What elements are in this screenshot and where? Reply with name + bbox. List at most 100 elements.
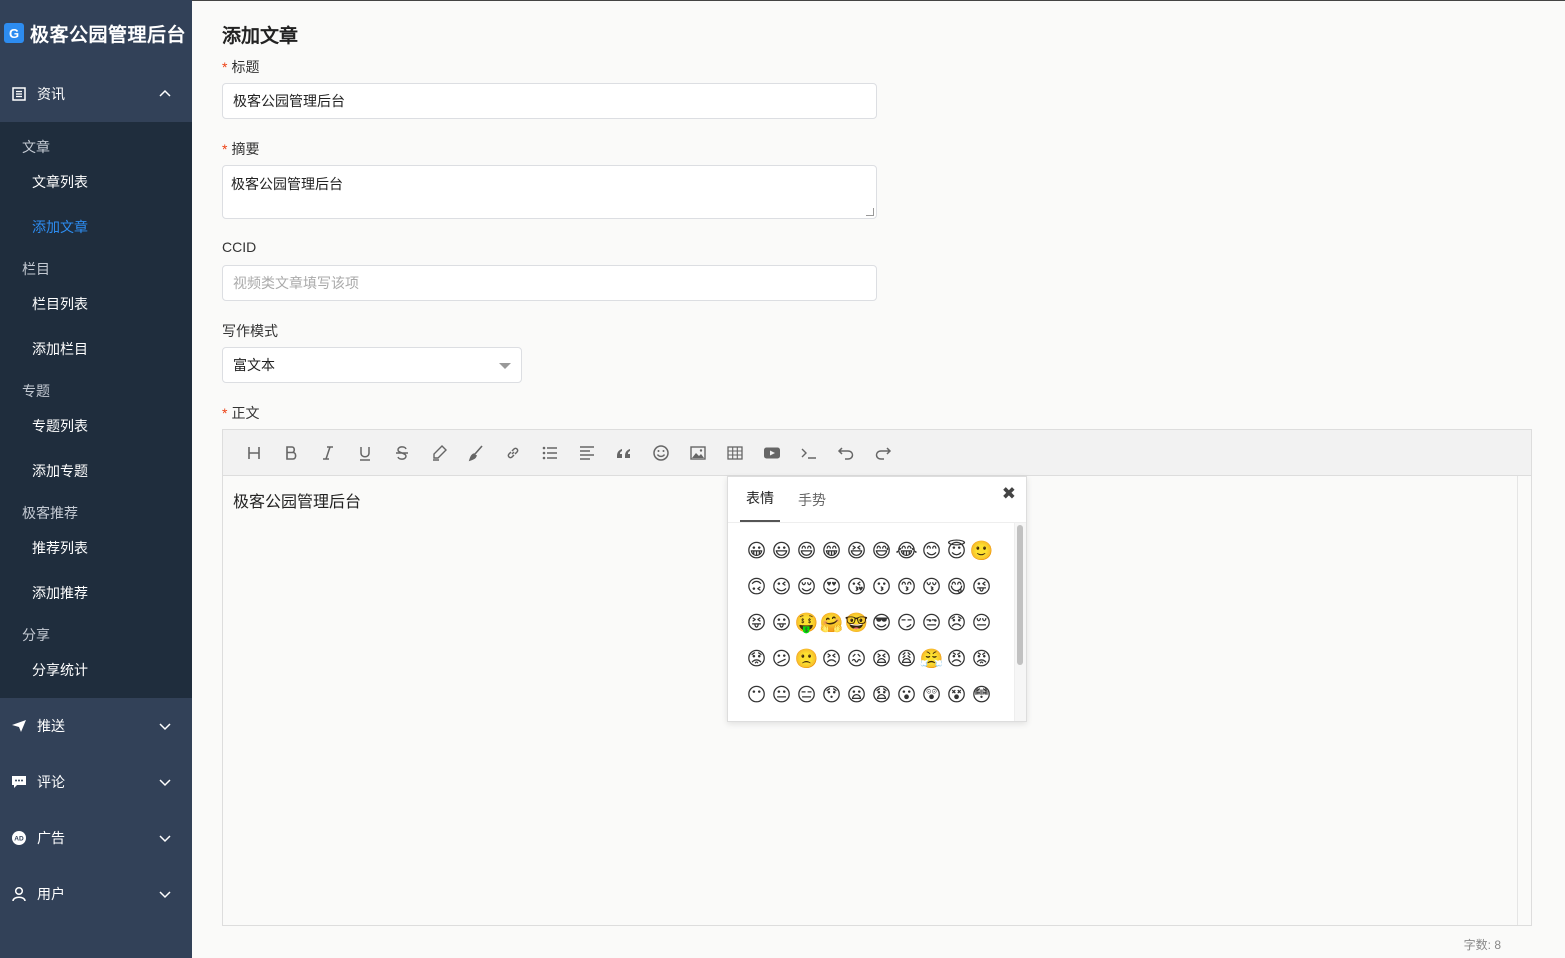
emoji-item[interactable]: 😫 <box>869 641 894 677</box>
emoji-item[interactable]: 😵 <box>944 677 969 713</box>
emoji-item[interactable]: 😒 <box>919 605 944 641</box>
emoji-item[interactable]: 😏 <box>894 605 919 641</box>
title-input[interactable]: 极客公园管理后台 <box>222 83 877 119</box>
emoji-item[interactable]: 😙 <box>894 569 919 605</box>
editor-content[interactable]: 极客公园管理后台 <box>233 488 361 512</box>
emoji-item[interactable]: 😩 <box>894 641 919 677</box>
table-icon[interactable] <box>716 438 753 468</box>
emoji-item[interactable]: 😂 <box>894 533 919 569</box>
emoji-item[interactable]: 😮 <box>894 677 919 713</box>
align-icon[interactable] <box>568 438 605 468</box>
underline-icon[interactable] <box>346 438 383 468</box>
emoji-item[interactable]: 😀 <box>744 533 769 569</box>
summary-textarea[interactable]: 极客公园管理后台 <box>222 165 877 219</box>
sidebar-item-article-list[interactable]: 文章列表 <box>0 162 192 202</box>
emoji-item[interactable]: 😶 <box>744 677 769 713</box>
emoji-item[interactable]: 😃 <box>769 533 794 569</box>
video-icon[interactable] <box>753 438 790 468</box>
sidebar-item-column-list[interactable]: 栏目列表 <box>0 284 192 324</box>
emoji-item[interactable]: 😇 <box>944 533 969 569</box>
emoji-item[interactable]: 😝 <box>744 605 769 641</box>
tab-gestures[interactable]: 手势 <box>792 490 832 522</box>
emoji-scroll-track[interactable] <box>1014 523 1026 721</box>
emoji-item[interactable]: 😳 <box>969 677 994 713</box>
emoji-item[interactable]: 😔 <box>969 605 994 641</box>
emoji-item[interactable]: 😆 <box>844 533 869 569</box>
emoji-item[interactable]: 😤 <box>919 641 944 677</box>
menu-group-user[interactable]: 用户 <box>0 866 192 922</box>
image-icon[interactable] <box>679 438 716 468</box>
sidebar-item-add-column[interactable]: 添加栏目 <box>0 324 192 374</box>
emoji-item[interactable]: 😟 <box>744 641 769 677</box>
emoji-scrollbar-thumb[interactable] <box>1017 525 1023 665</box>
menu-group-news[interactable]: 资讯 <box>0 66 192 122</box>
emoji-item[interactable]: 😦 <box>844 677 869 713</box>
emoji-item[interactable]: 😞 <box>944 605 969 641</box>
sidebar-item-add-recommend[interactable]: 添加推荐 <box>0 568 192 618</box>
close-icon[interactable]: ✖ <box>1002 484 1016 504</box>
heading-icon[interactable] <box>235 438 272 468</box>
menu-group-comment[interactable]: 评论 <box>0 754 192 810</box>
emoji-item[interactable]: 😎 <box>869 605 894 641</box>
sidebar-item-share-stats[interactable]: 分享统计 <box>0 650 192 690</box>
sidebar-item-add-topic[interactable]: 添加专题 <box>0 446 192 496</box>
emoji-item[interactable]: 😚 <box>919 569 944 605</box>
resize-handle-icon[interactable] <box>866 208 874 216</box>
emoji-item[interactable]: 🤗 <box>819 605 844 641</box>
link-icon[interactable] <box>494 438 531 468</box>
bold-icon[interactable] <box>272 438 309 468</box>
emoji-item[interactable]: 😑 <box>794 677 819 713</box>
emoji-item[interactable]: 😣 <box>819 641 844 677</box>
emoji-item[interactable]: 😊 <box>919 533 944 569</box>
emoji-item[interactable]: 😋 <box>944 569 969 605</box>
emoji-item[interactable]: 😄 <box>794 533 819 569</box>
emoji-item[interactable]: 🙃 <box>744 569 769 605</box>
code-icon[interactable] <box>790 438 827 468</box>
menu-group-label: 资讯 <box>37 86 65 102</box>
menu-group-push[interactable]: 推送 <box>0 698 192 754</box>
brush-icon[interactable] <box>457 438 494 468</box>
emoji-item[interactable]: 😐 <box>769 677 794 713</box>
emoji-item[interactable]: 😘 <box>844 569 869 605</box>
emoji-item[interactable]: 😡 <box>969 641 994 677</box>
tab-emotions[interactable]: 表情 <box>740 488 780 522</box>
emoji-item[interactable]: 😌 <box>794 569 819 605</box>
emoji-item[interactable]: 🤓 <box>844 605 869 641</box>
editor-scrollbar[interactable] <box>1517 476 1531 925</box>
chevron-down-icon <box>159 891 171 899</box>
bullet-list-icon[interactable] <box>531 438 568 468</box>
undo-icon[interactable] <box>827 438 864 468</box>
emoji-item[interactable]: 🤑 <box>794 605 819 641</box>
word-count: 字数: 8 <box>1463 938 1501 952</box>
sidebar-item-recommend-list[interactable]: 推荐列表 <box>0 528 192 568</box>
emoji-item[interactable]: 😠 <box>944 641 969 677</box>
highlighter-icon[interactable] <box>420 438 457 468</box>
chevron-down-icon <box>159 723 171 731</box>
sidebar-item-topic-list[interactable]: 专题列表 <box>0 406 192 446</box>
emoji-item[interactable]: 😲 <box>919 677 944 713</box>
ccid-input[interactable]: 视频类文章填写该项 <box>222 265 877 301</box>
emoji-item[interactable]: 😗 <box>869 569 894 605</box>
emoji-item[interactable]: 😉 <box>769 569 794 605</box>
emoji-item[interactable]: 😖 <box>844 641 869 677</box>
emoji-item[interactable]: 😅 <box>869 533 894 569</box>
mode-select[interactable]: 富文本 <box>222 347 522 383</box>
emoji-item[interactable]: 😁 <box>819 533 844 569</box>
emoji-item[interactable]: 😕 <box>769 641 794 677</box>
emoji-item[interactable]: 😛 <box>769 605 794 641</box>
title-label: * 标题 <box>222 57 259 77</box>
emoji-item[interactable]: 😜 <box>969 569 994 605</box>
emoji-item[interactable]: 😧 <box>869 677 894 713</box>
emoji-icon[interactable] <box>642 438 679 468</box>
italic-icon[interactable] <box>309 438 346 468</box>
main-content: 添加文章 * 标题 极客公园管理后台 * 摘要 极客公园管理后台 CCID 视频类文… <box>192 0 1565 958</box>
emoji-item[interactable]: 🙂 <box>969 533 994 569</box>
strikethrough-icon[interactable] <box>383 438 420 468</box>
menu-group-ad[interactable]: AD 广告 <box>0 810 192 866</box>
redo-icon[interactable] <box>864 438 901 468</box>
emoji-item[interactable]: 🙁 <box>794 641 819 677</box>
sidebar-item-add-article[interactable]: 添加文章 <box>0 202 192 252</box>
emoji-item[interactable]: 😯 <box>819 677 844 713</box>
quote-icon[interactable] <box>605 438 642 468</box>
emoji-item[interactable]: 😍 <box>819 569 844 605</box>
